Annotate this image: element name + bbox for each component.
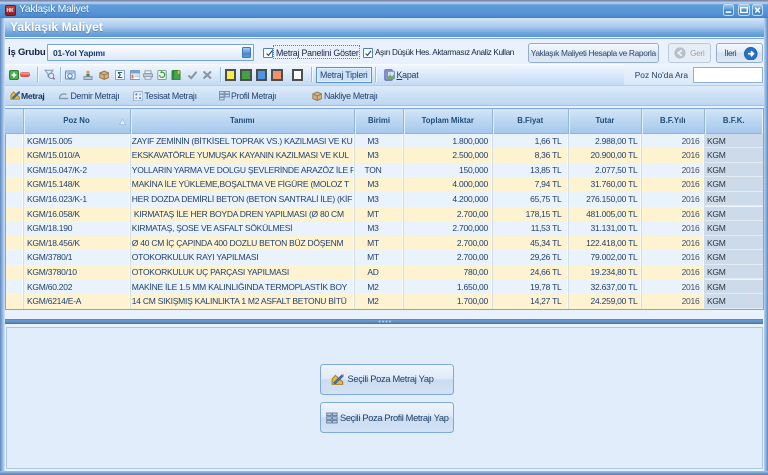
- svg-text:Σ: Σ: [117, 70, 122, 80]
